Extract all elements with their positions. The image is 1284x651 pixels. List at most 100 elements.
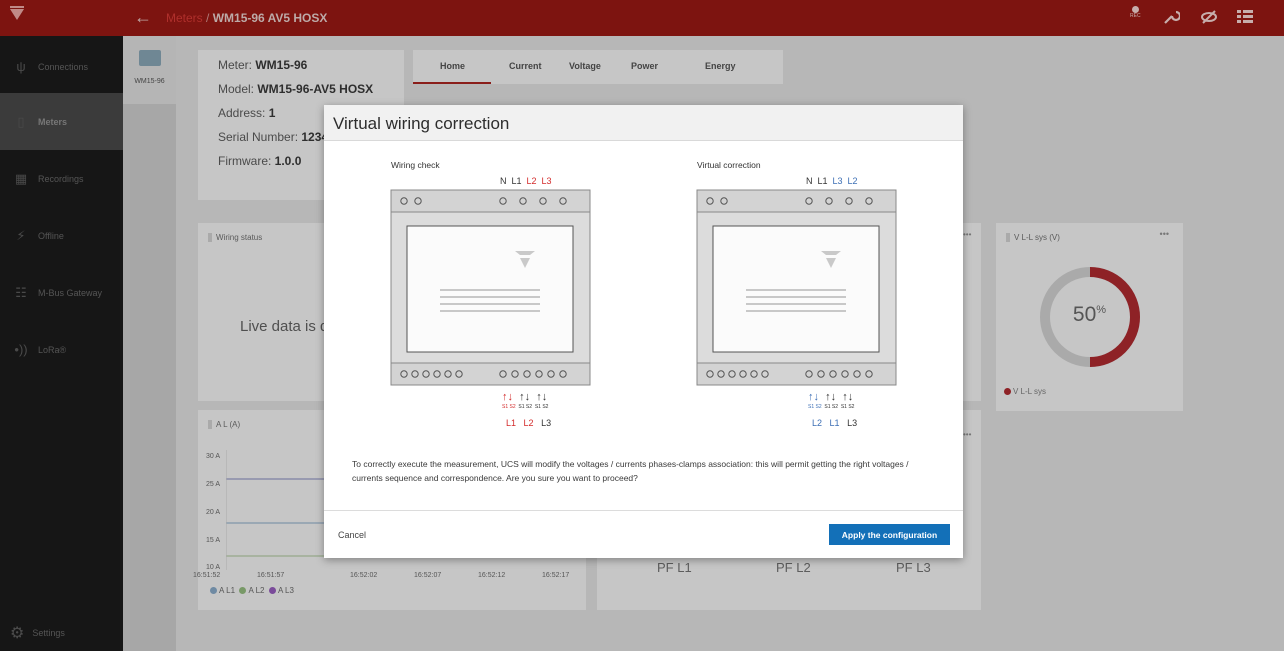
wiring-status-title: Wiring status <box>208 233 262 242</box>
dialog-title: Virtual wiring correction <box>333 114 510 133</box>
virtual-correction-title: Virtual correction <box>697 160 761 170</box>
meter-serial: Serial Number: 1234 <box>218 130 329 144</box>
rec-label: REC <box>1130 13 1141 19</box>
settings-label: Settings <box>32 628 65 638</box>
vll-percent: 50% <box>1072 303 1107 326</box>
breadcrumb-meters-link[interactable]: Meters <box>166 11 203 25</box>
list-icon[interactable] <box>1236 8 1254 31</box>
wiring-check-bottom-phases: L1 L2 L3 <box>506 418 552 428</box>
network-icon: ☷ <box>15 284 27 300</box>
dialog-header: Virtual wiring correction <box>324 105 963 141</box>
x-tick-label: 16:52:17 <box>542 572 570 579</box>
meter-firmware: Firmware: 1.0.0 <box>218 154 302 168</box>
meter-icon: ▯ <box>17 113 25 129</box>
y-tick-label: 15 A <box>206 537 221 544</box>
pf-l3-label: PF L3 <box>896 560 931 575</box>
sidebar-item-label: M-Bus Gateway <box>38 287 103 298</box>
clamp-labels-left: S1 S2 S1 S2 S1 S2 <box>502 404 549 410</box>
meter-address: Address: 1 <box>218 106 276 120</box>
meter-list-item[interactable]: WM15-96 <box>123 36 176 104</box>
top-bar: ← Meters / WM15-96 AV5 HOSX REC <box>0 0 1284 36</box>
eye-off-icon[interactable] <box>1200 8 1218 31</box>
pf-l1-label: PF L1 <box>657 560 692 575</box>
tab-power[interactable]: Power <box>631 61 658 71</box>
meter-list: WM15-96 <box>123 36 176 651</box>
sidebar-item-label: Recordings <box>38 173 84 184</box>
y-tick-label: 10 A <box>206 564 221 571</box>
x-tick-label: 16:52:02 <box>350 572 378 579</box>
meter-list-item-label: WM15-96 <box>134 78 165 85</box>
sidebar-item-label: Offline <box>38 230 64 241</box>
tab-bar: Home Current Voltage Power Energy <box>413 50 783 84</box>
sidebar-item-label: Connections <box>38 61 89 72</box>
meter-diagram-left <box>390 189 591 386</box>
chart-legend: A L1 A L2 A L3 <box>210 586 294 595</box>
apply-configuration-button[interactable]: Apply the configuration <box>829 524 950 545</box>
back-arrow-icon[interactable]: ← <box>134 7 152 28</box>
virtual-correction-bottom-phases: L2 L1 L3 <box>812 418 858 428</box>
meter-thumbnail-icon <box>138 50 161 66</box>
meter-diagram-right <box>696 189 897 386</box>
vll-sys-card: V L-L sys (V) ••• 50% V L-L sys <box>996 223 1183 411</box>
vll-legend: V L-L sys <box>1004 387 1046 396</box>
sidebar-item-connections[interactable]: ψ Connections <box>0 38 123 95</box>
legend-dot-icon <box>210 587 217 594</box>
more-options-icon[interactable]: ••• <box>963 230 971 239</box>
antenna-icon: ψ <box>16 59 26 74</box>
virtual-wiring-dialog: Virtual wiring correction Wiring check N… <box>324 105 963 558</box>
legend-dot-icon <box>268 587 276 594</box>
more-options-icon[interactable]: ••• <box>1160 229 1169 239</box>
tab-home[interactable]: Home <box>440 61 465 71</box>
breadcrumb: Meters / WM15-96 AV5 HOSX <box>166 11 327 25</box>
current-chart-title: A L (A) <box>208 420 240 429</box>
legend-label: A L3 <box>277 586 294 595</box>
sidebar-item-recordings[interactable]: ▦ Recordings <box>0 150 123 207</box>
sidebar-item-offline[interactable]: ⚡ Offline <box>0 207 123 264</box>
y-tick-label: 30 A <box>206 453 221 460</box>
sidebar-item-label: LoRa® <box>38 344 67 355</box>
x-tick-label: 16:52:07 <box>414 572 442 579</box>
meter-name: Meter: WM15-96 <box>218 58 308 72</box>
wrench-icon[interactable] <box>1162 8 1182 31</box>
gear-icon: ⚙ <box>10 625 25 642</box>
clamp-arrows-right: ↑↓ ↑↓ ↑↓ <box>808 391 854 403</box>
more-options-icon[interactable]: ••• <box>963 430 971 439</box>
legend-label: A L1 <box>219 586 236 595</box>
tab-energy[interactable]: Energy <box>705 61 736 71</box>
dialog-message: To correctly execute the measurement, UC… <box>352 459 909 483</box>
logo-icon[interactable] <box>0 0 48 36</box>
middle-card-edge <box>963 223 981 401</box>
dialog-divider <box>324 510 963 511</box>
cancel-button[interactable]: Cancel <box>338 530 366 540</box>
vll-sys-title: V L-L sys (V) <box>1006 233 1060 242</box>
signal-icon: •)) <box>14 342 28 357</box>
legend-dot-icon <box>1004 388 1011 395</box>
sidebar-item-settings[interactable]: ⚙ Settings <box>10 623 65 643</box>
clamp-arrows-left: ↑↓ ↑↓ ↑↓ <box>502 391 548 403</box>
legend-dot-icon <box>239 587 247 594</box>
tab-active-indicator <box>413 82 491 84</box>
rec-icon[interactable]: REC <box>1130 6 1141 19</box>
pf-l2-label: PF L2 <box>776 560 811 575</box>
wiring-check-top-phases: N L1 L2 L3 <box>500 176 552 186</box>
sidebar-item-meters[interactable]: ▯ Meters <box>0 93 123 150</box>
y-tick-label: 25 A <box>206 481 221 488</box>
sidebar-item-mbus-gateway[interactable]: ☷ M-Bus Gateway <box>0 264 123 321</box>
wiring-check-title: Wiring check <box>391 160 440 170</box>
offline-icon: ⚡ <box>16 227 26 243</box>
breadcrumb-separator: / <box>202 11 213 25</box>
tab-current[interactable]: Current <box>509 61 542 71</box>
x-tick-label: 16:51:57 <box>257 572 285 579</box>
y-tick-label: 20 A <box>206 509 221 516</box>
tab-voltage[interactable]: Voltage <box>569 61 601 71</box>
sidebar-item-label: Meters <box>38 116 68 127</box>
sidebar: ψ Connections ▯ Meters ▦ Recordings ⚡ Offlin… <box>0 36 123 651</box>
x-tick-label: 16:51:52 <box>193 572 221 579</box>
clamp-labels-right: S1 S2 S1 S2 S1 S2 <box>808 404 855 410</box>
sidebar-item-lora[interactable]: •)) LoRa® <box>0 321 123 378</box>
virtual-correction-top-phases: N L1 L3 L2 <box>806 176 858 186</box>
breadcrumb-current: WM15-96 AV5 HOSX <box>212 11 328 25</box>
legend-label: A L2 <box>248 586 265 595</box>
recordings-icon: ▦ <box>14 170 28 186</box>
current-chart-lines <box>226 450 326 570</box>
